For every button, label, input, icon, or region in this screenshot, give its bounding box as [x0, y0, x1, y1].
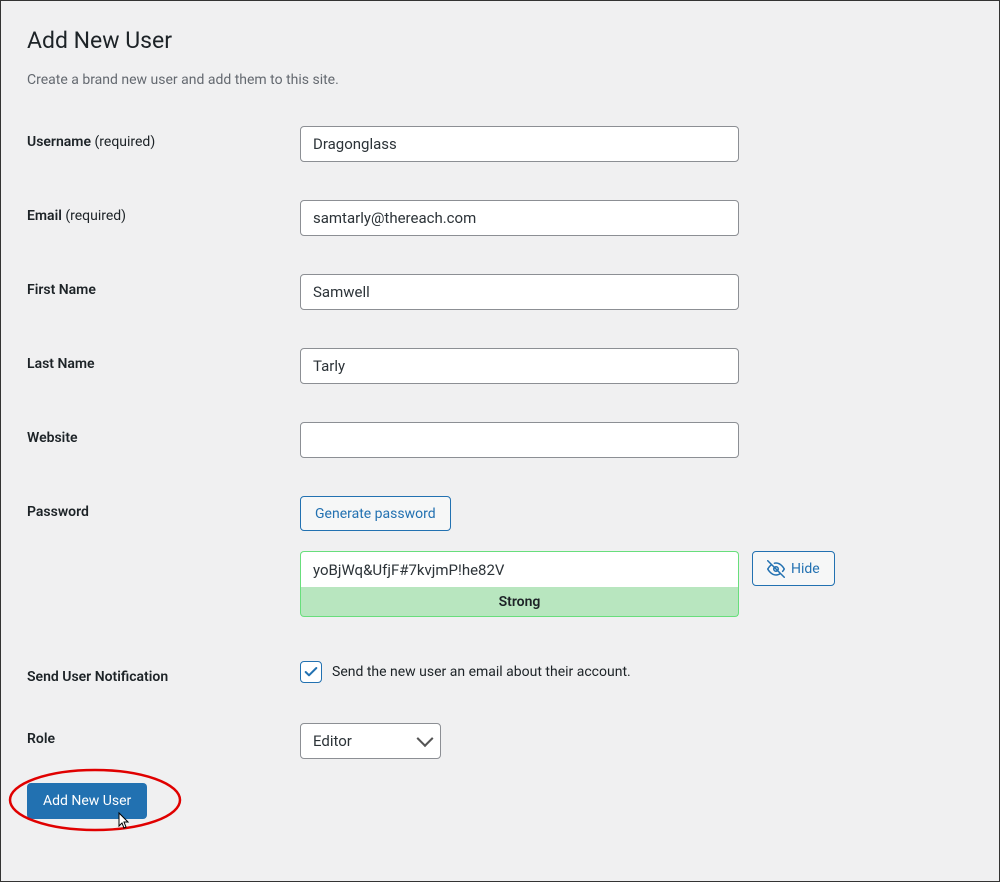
password-label: Password — [27, 496, 300, 520]
first-name-label: First Name — [27, 274, 300, 298]
first-name-input[interactable] — [300, 274, 739, 310]
role-label: Role — [27, 723, 300, 747]
check-icon — [303, 664, 319, 680]
add-new-user-button[interactable]: Add New User — [27, 783, 147, 819]
page-title: Add New User — [27, 27, 973, 54]
username-required: (required) — [94, 134, 155, 150]
email-required: (required) — [65, 208, 126, 224]
role-select[interactable]: Editor — [300, 723, 441, 759]
generate-password-button[interactable]: Generate password — [300, 496, 451, 531]
notification-text: Send the new user an email about their a… — [332, 664, 631, 680]
page-description: Create a brand new user and add them to … — [27, 72, 973, 88]
email-label: Email (required) — [27, 200, 300, 224]
last-name-label: Last Name — [27, 348, 300, 372]
username-label: Username (required) — [27, 126, 300, 150]
username-label-text: Username — [27, 134, 91, 150]
email-input[interactable] — [300, 200, 739, 236]
email-label-text: Email — [27, 208, 62, 224]
password-strength: Strong — [300, 587, 739, 617]
hide-password-button[interactable]: Hide — [752, 551, 835, 586]
eye-slash-icon — [767, 560, 785, 578]
username-input[interactable] — [300, 126, 739, 162]
notification-label: Send User Notification — [27, 661, 300, 685]
website-input[interactable] — [300, 422, 739, 458]
last-name-input[interactable] — [300, 348, 739, 384]
password-input[interactable] — [300, 551, 739, 587]
website-label: Website — [27, 422, 300, 446]
hide-password-label: Hide — [791, 561, 820, 577]
notification-checkbox[interactable] — [300, 661, 322, 683]
